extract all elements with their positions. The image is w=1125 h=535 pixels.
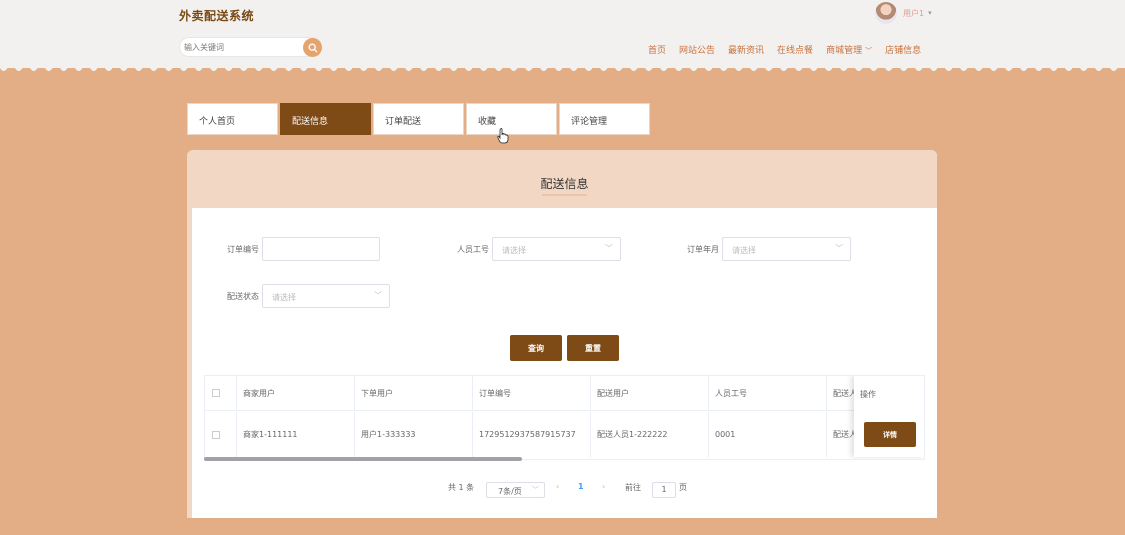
site-title: 外卖配送系统 [179,9,255,23]
nav-shop-info[interactable]: 店铺信息 [885,43,921,56]
search-icon [308,43,317,52]
wave-divider [0,62,1125,76]
nav-home[interactable]: 首页 [648,43,666,56]
nav-news[interactable]: 最新资讯 [728,43,764,56]
page-suffix: 页 [679,483,687,492]
order-month-select[interactable]: 请选择 ﹀ [722,237,851,261]
chevron-down-icon: ﹀ [835,244,843,253]
nav-mall-management[interactable]: 商城管理 ﹀ [826,43,872,56]
goto-page-input[interactable]: 1 [652,482,676,498]
title-underline [542,194,587,196]
delivery-table: 商家用户 下单用户 订单编号 配送用户 人员工号 配送人 商家1-111111 … [204,375,925,460]
search-button[interactable]: 查询 [510,335,562,361]
hand-cursor-icon [497,128,509,144]
current-page[interactable]: 1 [578,482,584,491]
staff-no-select[interactable]: 请选择 ﹀ [492,237,621,261]
user-menu[interactable]: 用户1 ▾ [875,2,932,24]
horizontal-scrollbar[interactable] [204,457,522,461]
tab-comment-management[interactable]: 评论管理 [559,103,650,135]
tab-favorites[interactable]: 收藏 [466,103,557,135]
row-checkbox[interactable] [205,412,237,457]
avatar[interactable] [875,2,897,24]
next-page-icon[interactable]: › [602,482,605,491]
caret-down-icon[interactable]: ▾ [928,9,932,17]
cell-customer: 用户1-333333 [355,412,473,457]
reset-button[interactable]: 重置 [567,335,619,361]
user-center-tabs: 个人首页 配送信息 订单配送 收藏 评论管理 [187,103,652,135]
tab-order-delivery[interactable]: 订单配送 [373,103,464,135]
panel-header: 配送信息 [192,150,937,208]
col-operation: 操作 [860,390,876,399]
col-merchant: 商家用户 [237,376,355,410]
staff-no-placeholder: 请选择 [502,246,526,255]
staff-no-label: 人员工号 [457,245,489,254]
top-header: 外卖配送系统 用户1 ▾ 首页 网站公告 最新资讯 在线点餐 商城管理﹀ 店铺信… [0,0,1125,68]
checkbox-box[interactable] [212,430,220,439]
prev-page-icon[interactable]: ‹ [556,482,559,491]
order-month-placeholder: 请选择 [732,246,756,255]
table-header: 商家用户 下单用户 订单编号 配送用户 人员工号 配送人 [205,376,924,411]
page-title: 配送信息 [540,177,589,191]
cell-order-no: 1729512937587915737 [473,412,591,457]
chevron-down-icon: ﹀ [865,47,873,55]
nav-announcements[interactable]: 网站公告 [679,43,715,56]
main-nav: 首页 网站公告 最新资讯 在线点餐 商城管理 ﹀ 店铺信息 [648,43,934,56]
nav-online-order[interactable]: 在线点餐 [777,43,813,56]
status-placeholder: 请选择 [272,293,296,302]
tab-personal-home[interactable]: 个人首页 [187,103,278,135]
page-size-select[interactable]: 7条/页 ﹀ [486,482,545,498]
cell-merchant: 商家1-111111 [237,412,355,457]
search-box [179,37,322,57]
operation-column: 操作 详情 [854,376,924,457]
status-select[interactable]: 请选择 ﹀ [262,284,390,308]
order-month-label: 订单年月 [687,245,719,254]
col-delivery-user: 配送用户 [591,376,709,410]
cell-delivery-user: 配送人员1-222222 [591,412,709,457]
nav-mall-label: 商城管理 [826,46,863,56]
checkbox-box[interactable] [212,389,220,397]
detail-button[interactable]: 详情 [864,422,916,447]
page-size-value: 7条/页 [498,487,522,496]
select-all-checkbox[interactable] [205,376,237,410]
chevron-down-icon: ﹀ [374,291,382,300]
total-count: 共 1 条 [448,483,475,492]
chevron-down-icon: ﹀ [605,244,613,253]
col-customer: 下单用户 [355,376,473,410]
search-button[interactable] [303,38,322,57]
order-no-label: 订单编号 [227,245,259,254]
delivery-info-panel: 配送信息 订单编号 人员工号 请选择 ﹀ 订单年月 请选择 ﹀ 配送状态 请选择… [187,150,937,518]
search-input[interactable] [184,40,298,55]
order-no-input[interactable] [262,237,380,261]
goto-label: 前往 [625,483,641,492]
chevron-down-icon: ﹀ [532,486,539,494]
col-staff-no: 人员工号 [709,376,827,410]
status-label: 配送状态 [227,292,259,301]
table-row: 商家1-111111 用户1-333333 172951293758791573… [205,412,924,457]
cell-staff-no: 0001 [709,412,827,457]
user-name[interactable]: 用户1 [903,8,924,19]
tab-delivery-info[interactable]: 配送信息 [280,103,371,135]
col-order-no: 订单编号 [473,376,591,410]
